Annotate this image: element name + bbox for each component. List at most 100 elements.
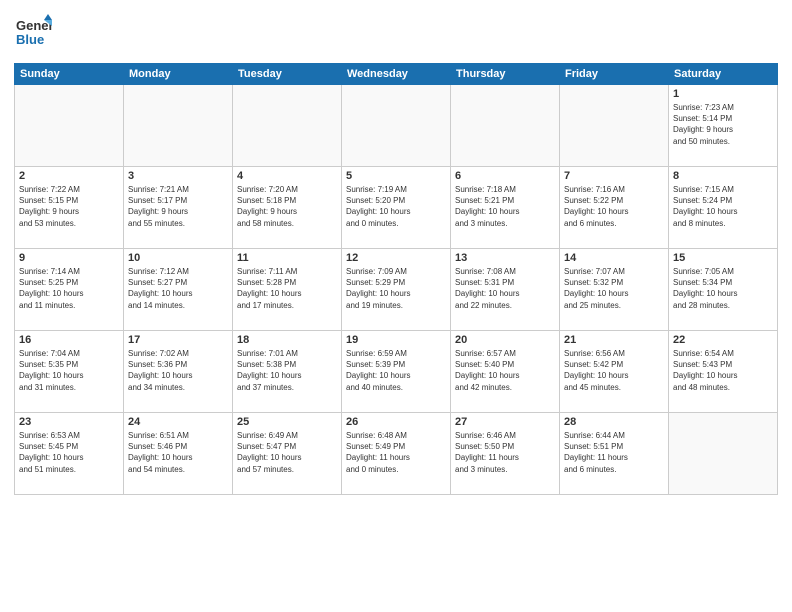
- day-info: Sunrise: 7:12 AM Sunset: 5:27 PM Dayligh…: [128, 266, 228, 311]
- calendar-week-row: 9 Sunrise: 7:14 AM Sunset: 5:25 PM Daylig…: [15, 249, 778, 331]
- calendar-day-cell: [233, 85, 342, 167]
- day-number: 17: [128, 334, 228, 346]
- logo: General Blue: [14, 12, 52, 55]
- calendar-day-cell: 7 Sunrise: 7:16 AM Sunset: 5:22 PM Daylig…: [560, 167, 669, 249]
- calendar-day-cell: 5 Sunrise: 7:19 AM Sunset: 5:20 PM Daylig…: [342, 167, 451, 249]
- day-number: 7: [564, 170, 664, 182]
- day-number: 1: [673, 88, 773, 100]
- calendar-day-cell: 19 Sunrise: 6:59 AM Sunset: 5:39 PM Dayli…: [342, 331, 451, 413]
- calendar-header-wednesday: Wednesday: [342, 64, 451, 85]
- calendar-day-cell: 15 Sunrise: 7:05 AM Sunset: 5:34 PM Dayli…: [669, 249, 778, 331]
- calendar-day-cell: 14 Sunrise: 7:07 AM Sunset: 5:32 PM Dayli…: [560, 249, 669, 331]
- day-number: 13: [455, 252, 555, 264]
- calendar-header-tuesday: Tuesday: [233, 64, 342, 85]
- day-info: Sunrise: 7:11 AM Sunset: 5:28 PM Dayligh…: [237, 266, 337, 311]
- calendar-day-cell: 11 Sunrise: 7:11 AM Sunset: 5:28 PM Dayli…: [233, 249, 342, 331]
- day-number: 22: [673, 334, 773, 346]
- calendar-day-cell: 1 Sunrise: 7:23 AM Sunset: 5:14 PM Daylig…: [669, 85, 778, 167]
- svg-text:Blue: Blue: [16, 32, 44, 47]
- day-number: 14: [564, 252, 664, 264]
- day-info: Sunrise: 7:02 AM Sunset: 5:36 PM Dayligh…: [128, 348, 228, 393]
- calendar-day-cell: 10 Sunrise: 7:12 AM Sunset: 5:27 PM Dayli…: [124, 249, 233, 331]
- calendar-table: SundayMondayTuesdayWednesdayThursdayFrid…: [14, 63, 778, 495]
- day-number: 28: [564, 416, 664, 428]
- calendar-week-row: 2Sunrise: 7:22 AM Sunset: 5:15 PM Daylig…: [15, 167, 778, 249]
- day-number: 6: [455, 170, 555, 182]
- day-number: 3: [128, 170, 228, 182]
- day-info: Sunrise: 7:15 AM Sunset: 5:24 PM Dayligh…: [673, 184, 773, 229]
- day-number: 15: [673, 252, 773, 264]
- day-info: Sunrise: 6:49 AM Sunset: 5:47 PM Dayligh…: [237, 430, 337, 475]
- day-info: Sunrise: 6:44 AM Sunset: 5:51 PM Dayligh…: [564, 430, 664, 475]
- calendar-day-cell: 17 Sunrise: 7:02 AM Sunset: 5:36 PM Dayli…: [124, 331, 233, 413]
- day-info: Sunrise: 7:01 AM Sunset: 5:38 PM Dayligh…: [237, 348, 337, 393]
- calendar-day-cell: 27Sunrise: 6:46 AM Sunset: 5:50 PM Dayli…: [451, 413, 560, 495]
- calendar-header-friday: Friday: [560, 64, 669, 85]
- calendar-day-cell: [451, 85, 560, 167]
- calendar-day-cell: 13Sunrise: 7:08 AM Sunset: 5:31 PM Dayli…: [451, 249, 560, 331]
- calendar-day-cell: 16Sunrise: 7:04 AM Sunset: 5:35 PM Dayli…: [15, 331, 124, 413]
- calendar-day-cell: 20Sunrise: 6:57 AM Sunset: 5:40 PM Dayli…: [451, 331, 560, 413]
- calendar-day-cell: 8 Sunrise: 7:15 AM Sunset: 5:24 PM Daylig…: [669, 167, 778, 249]
- day-info: Sunrise: 7:23 AM Sunset: 5:14 PM Dayligh…: [673, 102, 773, 147]
- calendar-day-cell: 4 Sunrise: 7:20 AM Sunset: 5:18 PM Daylig…: [233, 167, 342, 249]
- day-number: 10: [128, 252, 228, 264]
- day-info: Sunrise: 6:59 AM Sunset: 5:39 PM Dayligh…: [346, 348, 446, 393]
- day-info: Sunrise: 6:51 AM Sunset: 5:46 PM Dayligh…: [128, 430, 228, 475]
- calendar-day-cell: [560, 85, 669, 167]
- day-number: 19: [346, 334, 446, 346]
- day-info: Sunrise: 7:16 AM Sunset: 5:22 PM Dayligh…: [564, 184, 664, 229]
- day-number: 18: [237, 334, 337, 346]
- calendar-header-monday: Monday: [124, 64, 233, 85]
- calendar-day-cell: 24 Sunrise: 6:51 AM Sunset: 5:46 PM Dayli…: [124, 413, 233, 495]
- day-info: Sunrise: 6:46 AM Sunset: 5:50 PM Dayligh…: [455, 430, 555, 475]
- day-info: Sunrise: 7:07 AM Sunset: 5:32 PM Dayligh…: [564, 266, 664, 311]
- calendar-week-row: 1 Sunrise: 7:23 AM Sunset: 5:14 PM Daylig…: [15, 85, 778, 167]
- day-info: Sunrise: 7:20 AM Sunset: 5:18 PM Dayligh…: [237, 184, 337, 229]
- day-number: 23: [19, 416, 119, 428]
- calendar-header-sunday: Sunday: [15, 64, 124, 85]
- day-info: Sunrise: 7:19 AM Sunset: 5:20 PM Dayligh…: [346, 184, 446, 229]
- calendar-day-cell: 2Sunrise: 7:22 AM Sunset: 5:15 PM Daylig…: [15, 167, 124, 249]
- calendar-day-cell: [124, 85, 233, 167]
- calendar-header-row: SundayMondayTuesdayWednesdayThursdayFrid…: [15, 64, 778, 85]
- page: General Blue SundayMondayTuesdayWednesda…: [0, 0, 792, 612]
- day-number: 8: [673, 170, 773, 182]
- header: General Blue: [14, 12, 778, 55]
- calendar-day-cell: [15, 85, 124, 167]
- calendar-day-cell: 25Sunrise: 6:49 AM Sunset: 5:47 PM Dayli…: [233, 413, 342, 495]
- day-number: 11: [237, 252, 337, 264]
- calendar-header-thursday: Thursday: [451, 64, 560, 85]
- day-info: Sunrise: 6:54 AM Sunset: 5:43 PM Dayligh…: [673, 348, 773, 393]
- calendar-day-cell: 21 Sunrise: 6:56 AM Sunset: 5:42 PM Dayli…: [560, 331, 669, 413]
- day-info: Sunrise: 7:14 AM Sunset: 5:25 PM Dayligh…: [19, 266, 119, 311]
- calendar-day-cell: 18 Sunrise: 7:01 AM Sunset: 5:38 PM Dayli…: [233, 331, 342, 413]
- day-number: 4: [237, 170, 337, 182]
- day-info: Sunrise: 7:04 AM Sunset: 5:35 PM Dayligh…: [19, 348, 119, 393]
- calendar-day-cell: [342, 85, 451, 167]
- day-number: 9: [19, 252, 119, 264]
- day-info: Sunrise: 7:21 AM Sunset: 5:17 PM Dayligh…: [128, 184, 228, 229]
- calendar-day-cell: 12 Sunrise: 7:09 AM Sunset: 5:29 PM Dayli…: [342, 249, 451, 331]
- day-info: Sunrise: 7:09 AM Sunset: 5:29 PM Dayligh…: [346, 266, 446, 311]
- day-info: Sunrise: 6:56 AM Sunset: 5:42 PM Dayligh…: [564, 348, 664, 393]
- calendar-header-saturday: Saturday: [669, 64, 778, 85]
- day-number: 26: [346, 416, 446, 428]
- calendar-day-cell: 23 Sunrise: 6:53 AM Sunset: 5:45 PM Dayli…: [15, 413, 124, 495]
- day-info: Sunrise: 7:18 AM Sunset: 5:21 PM Dayligh…: [455, 184, 555, 229]
- calendar-day-cell: 9 Sunrise: 7:14 AM Sunset: 5:25 PM Daylig…: [15, 249, 124, 331]
- day-info: Sunrise: 7:05 AM Sunset: 5:34 PM Dayligh…: [673, 266, 773, 311]
- calendar-week-row: 16Sunrise: 7:04 AM Sunset: 5:35 PM Dayli…: [15, 331, 778, 413]
- day-number: 24: [128, 416, 228, 428]
- day-number: 2: [19, 170, 119, 182]
- day-number: 12: [346, 252, 446, 264]
- day-number: 21: [564, 334, 664, 346]
- calendar-day-cell: 22 Sunrise: 6:54 AM Sunset: 5:43 PM Dayli…: [669, 331, 778, 413]
- calendar-day-cell: [669, 413, 778, 495]
- calendar-day-cell: 6 Sunrise: 7:18 AM Sunset: 5:21 PM Daylig…: [451, 167, 560, 249]
- calendar-day-cell: 28 Sunrise: 6:44 AM Sunset: 5:51 PM Dayli…: [560, 413, 669, 495]
- day-number: 5: [346, 170, 446, 182]
- day-number: 20: [455, 334, 555, 346]
- calendar-day-cell: 3 Sunrise: 7:21 AM Sunset: 5:17 PM Daylig…: [124, 167, 233, 249]
- day-info: Sunrise: 6:53 AM Sunset: 5:45 PM Dayligh…: [19, 430, 119, 475]
